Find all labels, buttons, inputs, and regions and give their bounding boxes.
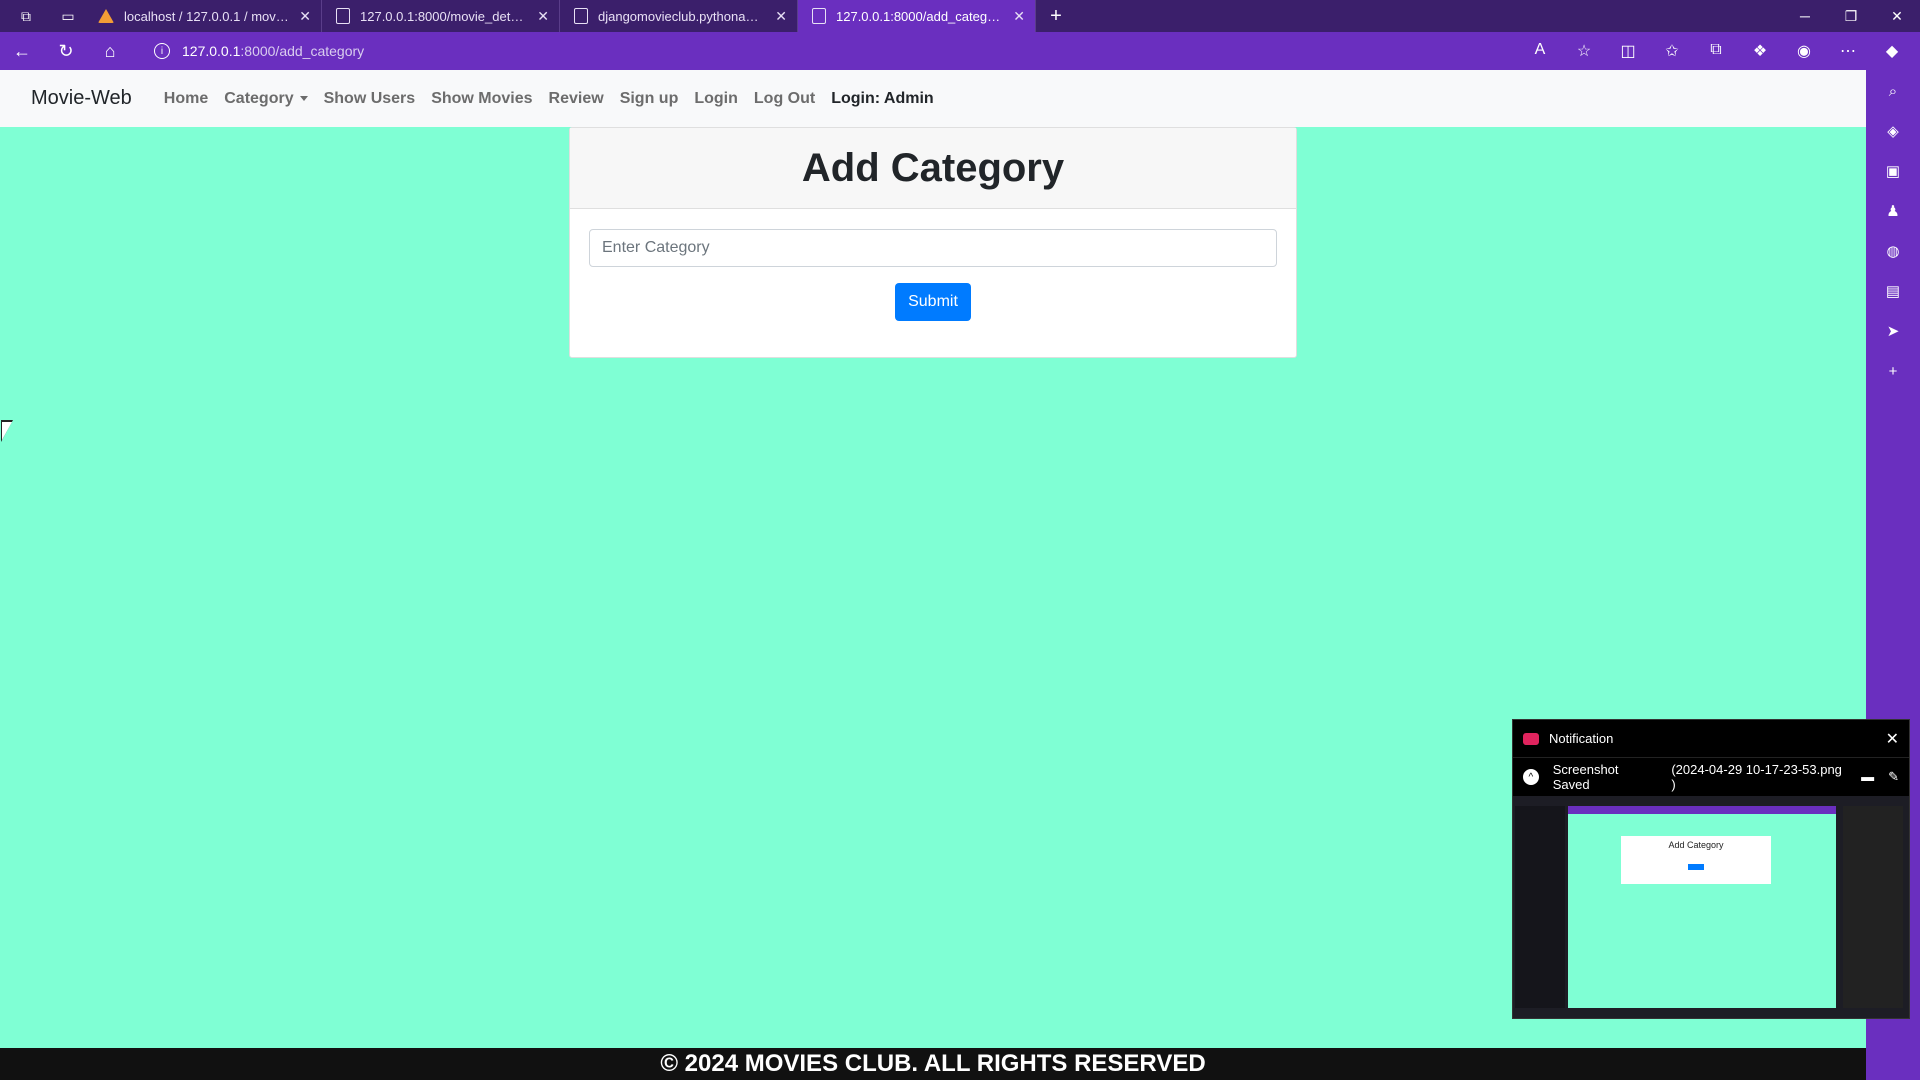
back-icon[interactable]: ←	[0, 41, 44, 62]
thumbnail-title: Add Category	[1668, 840, 1724, 850]
office-icon[interactable]: ◍	[1882, 240, 1904, 262]
nav-category-dropdown[interactable]: Category	[216, 90, 315, 108]
close-icon[interactable]: ✕	[537, 8, 549, 25]
tab-add-category[interactable]: 127.0.0.1:8000/add_category ✕	[798, 0, 1036, 32]
phpmyadmin-icon	[98, 9, 114, 23]
send-icon[interactable]: ➤	[1882, 320, 1904, 342]
close-icon[interactable]: ✕	[299, 8, 311, 25]
thumbnail-right-panel	[1843, 806, 1903, 1008]
tab-label: djangomovieclub.pythonanywhere	[598, 8, 765, 24]
profile-icon[interactable]: ◉	[1782, 41, 1826, 61]
minimize-icon[interactable]: ─	[1782, 8, 1828, 25]
outlook-icon[interactable]: ▤	[1882, 280, 1904, 302]
read-aloud-icon[interactable]: A	[1518, 41, 1562, 61]
site-footer: © 2024 MOVIES CLUB. ALL RIGHTS RESERVED	[0, 1048, 1866, 1080]
extensions-icon[interactable]: ❖	[1738, 41, 1782, 61]
edit-pencil-icon[interactable]: ✎	[1888, 769, 1899, 785]
notification-status: Screenshot Saved	[1552, 762, 1619, 792]
tab-actions-icon[interactable]: ▭	[52, 0, 84, 32]
split-screen-icon[interactable]: ◫	[1606, 41, 1650, 61]
window-controls: ─ ❐ ✕	[1782, 8, 1920, 25]
notification-row: ^ Screenshot Saved (2024-04-29 10-17-23-…	[1513, 758, 1909, 796]
collections-icon[interactable]: ⧉	[1694, 41, 1738, 61]
nav-review[interactable]: Review	[541, 90, 612, 108]
home-icon[interactable]: ⌂	[88, 41, 132, 62]
nav-show-users[interactable]: Show Users	[316, 90, 424, 108]
tab-phpmyadmin[interactable]: localhost / 127.0.0.1 / movies_db ✕	[84, 0, 322, 32]
category-input[interactable]	[589, 229, 1277, 267]
more-icon[interactable]: ⋯	[1826, 41, 1870, 61]
screenshot-thumbnail[interactable]: Add Category	[1513, 796, 1909, 1018]
thumbnail-card: Add Category	[1621, 836, 1771, 884]
tab-label: localhost / 127.0.0.1 / movies_db	[124, 8, 289, 24]
nav-log-out[interactable]: Log Out	[746, 90, 823, 108]
new-tab-icon[interactable]: +	[1040, 5, 1072, 28]
nav-category-label: Category	[224, 89, 294, 107]
page-icon	[812, 8, 826, 24]
shopping-tag-icon[interactable]: ◈	[1882, 120, 1904, 142]
nav-home[interactable]: Home	[156, 90, 216, 108]
close-icon[interactable]: ✕	[1886, 729, 1899, 749]
search-icon[interactable]: ⌕	[1882, 80, 1904, 102]
page-icon	[574, 8, 588, 24]
site-info-icon[interactable]: i	[154, 43, 170, 59]
close-icon[interactable]: ✕	[775, 8, 787, 25]
logged-in-user: Login: Admin	[831, 89, 934, 107]
screenshot-notification: Notification ✕ ^ Screenshot Saved (2024-…	[1512, 719, 1910, 1019]
close-window-icon[interactable]: ✕	[1874, 8, 1920, 25]
nav-login[interactable]: Login	[686, 90, 746, 108]
add-category-card: Add Category Submit	[569, 127, 1297, 358]
url-path: :8000/add_category	[240, 43, 365, 59]
card-body: Submit	[570, 209, 1296, 341]
site-navbar: Movie-Web Home Category Show Users Show …	[0, 70, 1866, 127]
chevron-down-icon	[299, 95, 308, 101]
tab-label: 127.0.0.1:8000/movie_details/	[360, 8, 528, 24]
tab-pythonanywhere[interactable]: djangomovieclub.pythonanywhere ✕	[560, 0, 798, 32]
restore-icon[interactable]: ❐	[1828, 8, 1874, 25]
thumbnail-left-panel	[1515, 806, 1565, 1008]
copilot-icon[interactable]: ◆	[1870, 41, 1914, 61]
add-icon[interactable]: +	[1882, 360, 1904, 382]
chevron-up-icon[interactable]: ^	[1523, 769, 1539, 785]
close-icon[interactable]: ✕	[1013, 8, 1025, 25]
page-title: Add Category	[801, 145, 1065, 190]
nav-links: Home Category Show Users Show Movies Rev…	[156, 90, 942, 108]
workspaces-icon[interactable]: ⧉	[10, 0, 42, 32]
notification-header: Notification ✕	[1513, 720, 1909, 758]
recorder-icon	[1523, 732, 1539, 745]
address-bar-row: ← ↻ ⌂ i 127.0.0.1:8000/add_category A ☆ …	[0, 32, 1920, 70]
url-host: 127.0.0.1	[182, 43, 241, 59]
folder-icon[interactable]: ▬	[1861, 769, 1874, 785]
thumbnail-button	[1688, 864, 1704, 870]
tools-icon[interactable]: ▣	[1882, 160, 1904, 182]
mouse-cursor-fill	[2, 422, 12, 440]
notification-actions: ▬ ✎	[1861, 769, 1899, 785]
notification-title: Notification	[1549, 731, 1614, 746]
page-icon	[336, 8, 350, 24]
favorite-star-icon[interactable]: ☆	[1562, 41, 1606, 61]
thumbnail-page: Add Category	[1568, 806, 1836, 1008]
url-field[interactable]: i 127.0.0.1:8000/add_category	[140, 36, 1500, 66]
notification-filename: (2024-04-29 10-17-23-53.png )	[1671, 762, 1842, 792]
nav-sign-up[interactable]: Sign up	[612, 90, 687, 108]
browser-toolbar: A ☆ ◫ ✩ ⧉ ❖ ◉ ⋯ ◆	[1518, 41, 1920, 61]
nav-show-movies[interactable]: Show Movies	[423, 90, 540, 108]
card-header: Add Category	[570, 128, 1296, 209]
submit-button[interactable]: Submit	[895, 283, 971, 321]
tab-movie-details[interactable]: 127.0.0.1:8000/movie_details/ ✕	[322, 0, 560, 32]
favorites-icon[interactable]: ✩	[1650, 41, 1694, 61]
games-icon[interactable]: ♟	[1882, 200, 1904, 222]
brand-logo[interactable]: Movie-Web	[31, 87, 132, 110]
browser-tab-bar: ⧉ ▭ localhost / 127.0.0.1 / movies_db ✕ …	[0, 0, 1920, 32]
tab-label: 127.0.0.1:8000/add_category	[836, 8, 1004, 24]
refresh-icon[interactable]: ↻	[44, 41, 88, 62]
